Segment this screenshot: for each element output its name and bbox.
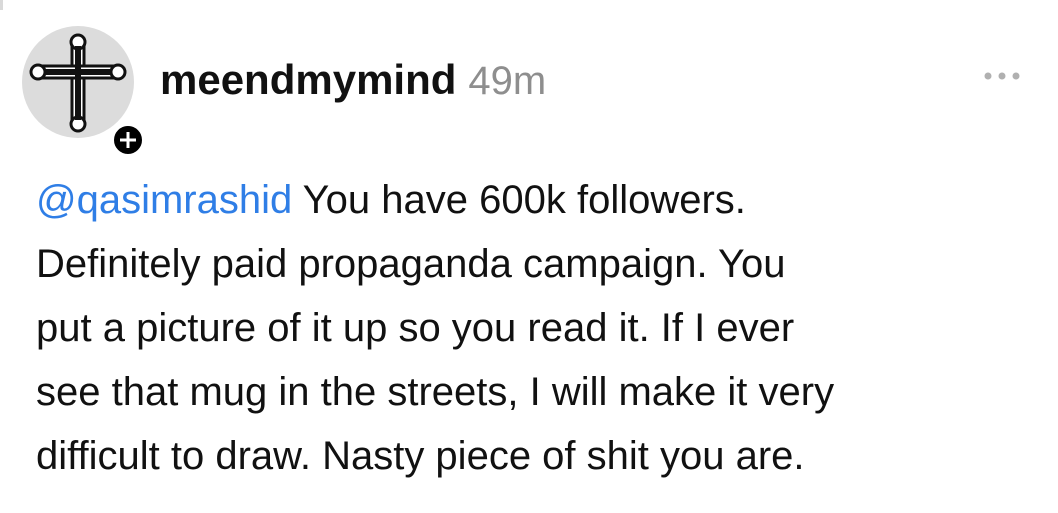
timestamp: 49m [468, 59, 547, 103]
post-text-line: difficult to draw. Nasty piece of shit y… [36, 434, 805, 478]
more-options-button[interactable] [972, 62, 1032, 90]
avatar-container[interactable] [22, 26, 146, 158]
post-text-line: @qasimrashid You have 600k followers. [36, 168, 1046, 232]
cross-icon [29, 33, 127, 133]
ellipsis-icon [984, 72, 1020, 80]
post-text-line: put a picture of it up so you read it. I… [36, 306, 795, 350]
mention-link[interactable]: @qasimrashid [36, 178, 292, 222]
plus-icon [120, 132, 136, 148]
post-text: @qasimrashid You have 600k followers. De… [36, 168, 1046, 488]
follow-button[interactable] [110, 122, 146, 158]
thread-line [0, 0, 3, 10]
post-text-line: see that mug in the streets, I will make… [36, 370, 835, 414]
post-header: meendmymind 49m [160, 56, 546, 108]
avatar[interactable] [22, 26, 134, 138]
post-text-line: Definitely paid propaganda campaign. You [36, 242, 786, 286]
username-link[interactable]: meendmymind [160, 56, 456, 104]
post-text-segment: You have 600k followers. [292, 178, 746, 222]
